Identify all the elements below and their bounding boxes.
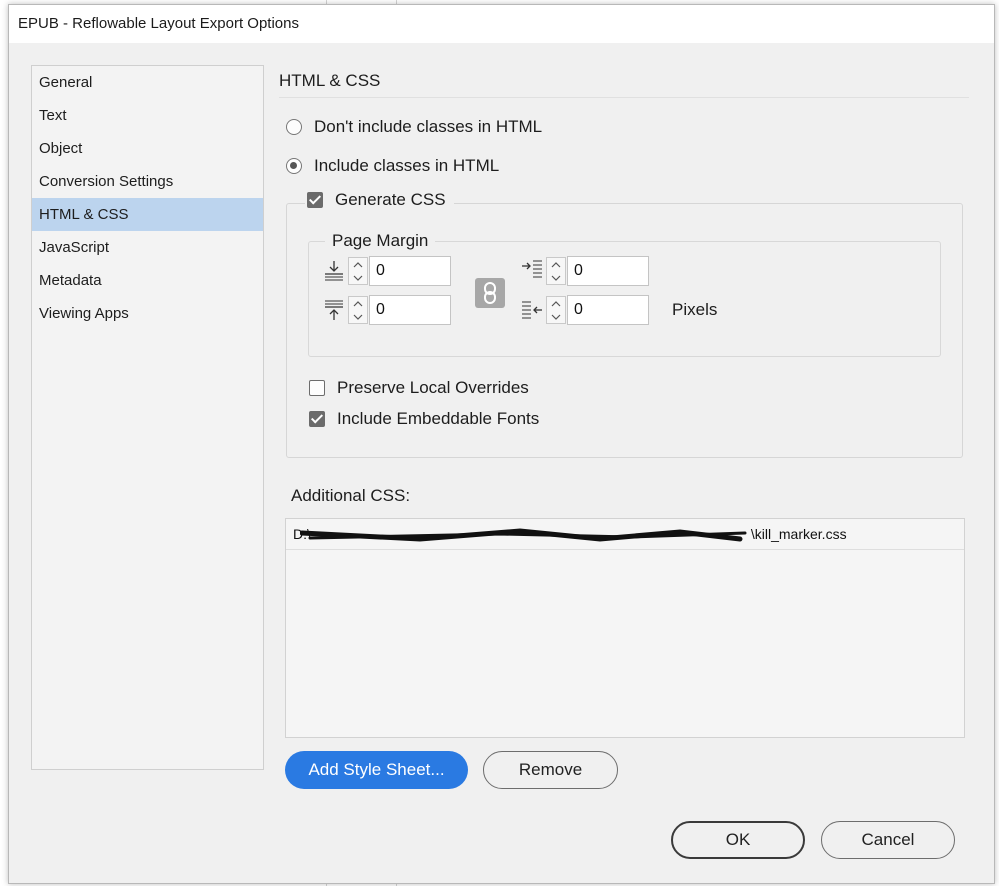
chevron-up-icon[interactable] xyxy=(353,300,363,307)
section-title: HTML & CSS xyxy=(279,71,381,90)
chevron-down-icon[interactable] xyxy=(551,275,561,281)
chain-link-icon xyxy=(484,282,496,304)
nav-item-html-css[interactable]: HTML & CSS xyxy=(32,198,263,231)
preserve-local-overrides-label: Preserve Local Overrides xyxy=(337,378,529,397)
redaction-scribble xyxy=(300,528,747,542)
chevron-up-icon[interactable] xyxy=(551,261,561,268)
margin-top-spinner[interactable] xyxy=(348,257,368,285)
nav-item-object[interactable]: Object xyxy=(32,132,263,165)
preserve-local-overrides-row[interactable]: Preserve Local Overrides xyxy=(309,378,529,398)
margin-bottom-input[interactable] xyxy=(369,295,451,325)
radio-button[interactable] xyxy=(286,119,302,135)
add-style-sheet-button[interactable]: Add Style Sheet... xyxy=(285,751,468,789)
nav-item-text[interactable]: Text xyxy=(32,99,263,132)
margin-right-control xyxy=(521,295,649,325)
page-margin-legend: Page Margin xyxy=(325,231,436,251)
margin-left-spinner[interactable] xyxy=(546,257,566,285)
preserve-local-overrides-checkbox[interactable] xyxy=(309,380,325,396)
generate-css-checkbox-row[interactable]: Generate CSS xyxy=(305,190,454,210)
chevron-up-icon[interactable] xyxy=(353,261,363,268)
radio-include-classes[interactable]: Include classes in HTML xyxy=(286,156,499,176)
margin-top-input[interactable] xyxy=(369,256,451,286)
cancel-button[interactable]: Cancel xyxy=(821,821,955,859)
chevron-down-icon[interactable] xyxy=(353,275,363,281)
nav-item-javascript[interactable]: JavaScript xyxy=(32,231,263,264)
additional-css-label: Additional CSS: xyxy=(291,486,411,505)
radio-dont-include-classes[interactable]: Don't include classes in HTML xyxy=(286,117,542,137)
radio-label: Include classes in HTML xyxy=(314,156,500,175)
chevron-up-icon[interactable] xyxy=(551,300,561,307)
link-margins-button[interactable] xyxy=(475,278,505,308)
category-list: General Text Object Conversion Settings … xyxy=(31,65,264,770)
list-item[interactable]: D:\ \kill_marker.css xyxy=(286,519,964,550)
css-path-filename: \kill_marker.css xyxy=(750,526,847,542)
margin-units-label: Pixels xyxy=(672,300,718,319)
margin-left-icon xyxy=(522,260,542,278)
margin-bottom-spinner[interactable] xyxy=(348,296,368,324)
chevron-down-icon[interactable] xyxy=(353,314,363,320)
margin-right-input[interactable] xyxy=(567,295,649,325)
generate-css-label: Generate CSS xyxy=(335,190,446,209)
margin-bottom-control xyxy=(323,295,451,325)
margin-top-icon xyxy=(325,261,343,281)
include-embeddable-fonts-row[interactable]: Include Embeddable Fonts xyxy=(309,409,539,429)
include-embeddable-fonts-checkbox[interactable] xyxy=(309,411,325,427)
radio-button-selected[interactable] xyxy=(286,158,302,174)
nav-item-metadata[interactable]: Metadata xyxy=(32,264,263,297)
ok-button[interactable]: OK xyxy=(671,821,805,859)
export-options-dialog: EPUB - Reflowable Layout Export Options … xyxy=(8,4,995,884)
margin-left-control xyxy=(521,256,649,286)
margin-right-spinner[interactable] xyxy=(546,296,566,324)
dialog-title: EPUB - Reflowable Layout Export Options xyxy=(9,5,994,43)
margin-right-icon xyxy=(522,301,542,319)
include-embeddable-fonts-label: Include Embeddable Fonts xyxy=(337,409,540,428)
chevron-down-icon[interactable] xyxy=(551,314,561,320)
margin-top-control xyxy=(323,256,451,286)
additional-css-list[interactable]: D:\ \kill_marker.css xyxy=(285,518,965,738)
generate-css-checkbox[interactable] xyxy=(307,192,323,208)
section-divider xyxy=(279,97,969,98)
remove-button[interactable]: Remove xyxy=(483,751,618,789)
margin-bottom-icon xyxy=(325,300,343,320)
radio-label: Don't include classes in HTML xyxy=(314,117,543,136)
nav-item-viewing-apps[interactable]: Viewing Apps xyxy=(32,297,263,330)
margin-left-input[interactable] xyxy=(567,256,649,286)
nav-item-conversion-settings[interactable]: Conversion Settings xyxy=(32,165,263,198)
nav-item-general[interactable]: General xyxy=(32,66,263,99)
